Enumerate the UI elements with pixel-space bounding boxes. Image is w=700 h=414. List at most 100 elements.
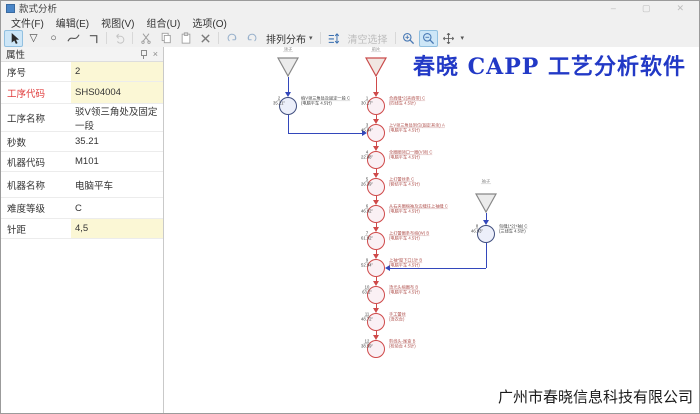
zoom-in-button[interactable] — [399, 30, 418, 47]
property-value[interactable]: 驳V领三角处及固定一段 — [71, 104, 163, 131]
property-value[interactable]: C — [71, 198, 163, 218]
toolbar-separator — [218, 32, 219, 44]
property-label: 序号 — [1, 62, 71, 81]
property-row[interactable]: 序号2 — [1, 62, 163, 82]
node-seq-time-label: 761.92" — [355, 231, 379, 241]
node-operation-label: 上袖*窗下口1针 B(电脑平车 4.5针) — [389, 258, 444, 268]
curve-line-tool-button[interactable] — [64, 30, 83, 47]
close-button[interactable]: ✕ — [676, 4, 684, 13]
property-row[interactable]: 机器代码M101 — [1, 152, 163, 172]
arrange-distribute-button[interactable]: 排列分布 ▾ — [262, 31, 317, 46]
property-value[interactable]: M101 — [71, 152, 163, 171]
elbow-connector-tool-button[interactable] — [84, 30, 103, 47]
menu-item[interactable]: 文件(F) — [5, 15, 50, 30]
triangle-shape-icon — [277, 57, 299, 77]
company-name: 广州市春晓信息科技有限公司 — [498, 386, 693, 407]
node-operation-label: 从右夹圈绱袖及边缝往上袖缝 C(电脑平车 4.5针) — [389, 204, 444, 214]
minimize-button[interactable]: – — [611, 4, 616, 13]
properties-panel-header: 属性 × — [1, 47, 163, 62]
source-label: 袖子 — [473, 179, 498, 184]
window-title: 款式分析 — [19, 1, 57, 15]
toolbar: ▽ ○ 排列分布 ▾ — [1, 29, 699, 48]
node-operation-label: 上V领三角处到位(固定其余) A(电脑平车 4.5针) — [389, 123, 444, 133]
arrange-distribute-label: 排列分布 — [266, 31, 306, 46]
node-operation-label: 绱V领三角处及固定一段 C(电脑平车 4.5针) — [301, 96, 356, 106]
toolbar-overflow-button[interactable]: ▾ — [461, 34, 465, 42]
menu-item[interactable]: 编辑(E) — [50, 15, 95, 30]
clear-selection-button[interactable]: 清空选择 — [344, 31, 392, 46]
node-seq-time-label: 952.94" — [355, 258, 379, 268]
copy-button[interactable] — [156, 30, 175, 47]
pointer-tool-button[interactable] — [4, 30, 23, 47]
node-seq-time-label: 646.92" — [355, 204, 379, 214]
properties-panel: 属性 × 序号2工序代码SHS04004工序名称驳V领三角处及固定一段秒数35.… — [1, 47, 164, 413]
property-row[interactable]: 机器名称电脑平车 — [1, 172, 163, 198]
circle-tool-button[interactable]: ○ — [44, 30, 63, 47]
flow-edge — [486, 213, 487, 220]
chevron-down-icon: ▾ — [309, 34, 313, 42]
property-row[interactable]: 工序代码SHS04004 — [1, 82, 163, 104]
properties-panel-title: 属性 — [6, 47, 25, 61]
flow-edge — [288, 77, 289, 92]
property-row[interactable]: 秒数35.21 — [1, 132, 163, 152]
cut-button[interactable] — [136, 30, 155, 47]
node-seq-time-label: 345.84" — [355, 123, 379, 133]
toolbar-separator — [106, 32, 107, 44]
paste-button[interactable] — [176, 30, 195, 47]
undo-button[interactable] — [110, 30, 129, 47]
node-seq-time-label: 130.17" — [355, 96, 379, 106]
node-operation-label: 手工蕾丝(烫衣台) — [389, 312, 444, 322]
triangle-shape-icon — [365, 57, 387, 77]
node-operation-label: 上打蕾圈条布绱(W) B(电脑平车 4.5针) — [389, 231, 444, 241]
clear-selection-label: 清空选择 — [348, 31, 388, 46]
property-value[interactable]: 电脑平车 — [71, 172, 163, 197]
maximize-button[interactable]: ▢ — [642, 4, 651, 13]
triangle-shape-icon — [475, 193, 497, 213]
node-operation-label: 上打蕾丝条 C(套结平车 4.5针) — [389, 177, 444, 187]
toolbar-separator — [320, 32, 321, 44]
property-value[interactable]: 35.21 — [71, 132, 163, 151]
node-seq-time-label: 422.88" — [355, 150, 379, 160]
rotate-right-icon — [246, 32, 258, 44]
diagram-canvas[interactable]: 春晓 CAPP 工艺分析软件 领子前片袖子235.21"绱V领三角处及固定一段 … — [164, 47, 699, 413]
menu-item[interactable]: 选项(O) — [186, 15, 232, 30]
property-label: 工序代码 — [1, 82, 71, 103]
property-row[interactable]: 难度等级C — [1, 198, 163, 219]
node-seq-time-label: 1148.72" — [355, 312, 379, 322]
node-seq-time-label: 846.93" — [465, 224, 489, 234]
zoom-out-button[interactable] — [419, 30, 438, 47]
title-bar: 款式分析 – ▢ ✕ — [1, 1, 699, 15]
toolbar-separator — [395, 32, 396, 44]
property-row[interactable]: 针距4,5 — [1, 219, 163, 239]
panel-close-icon[interactable]: × — [153, 49, 158, 59]
delete-button[interactable] — [196, 30, 215, 47]
rotate-right-button[interactable] — [242, 30, 261, 47]
zoom-in-icon — [402, 32, 415, 45]
rotate-left-icon — [226, 32, 238, 44]
pan-icon — [442, 32, 455, 45]
property-label: 工序名称 — [1, 104, 71, 131]
property-row[interactable]: 工序名称驳V领三角处及固定一段 — [1, 104, 163, 132]
triangle-tool-button[interactable]: ▽ — [24, 30, 43, 47]
rotate-left-button[interactable] — [222, 30, 241, 47]
node-seq-time-label: 526.39" — [355, 177, 379, 187]
node-seq-time-label: 1238.59" — [355, 339, 379, 349]
property-value[interactable]: 4,5 — [71, 219, 163, 238]
property-label: 机器名称 — [1, 172, 71, 197]
flow-edge — [486, 243, 487, 268]
source-label: 领子 — [275, 47, 300, 52]
property-value[interactable]: SHS04004 — [71, 82, 163, 103]
menu-item[interactable]: 视图(V) — [95, 15, 140, 30]
curve-line-icon — [67, 32, 80, 44]
auto-arrange-button[interactable] — [324, 30, 343, 47]
menu-item[interactable]: 组合(U) — [140, 15, 186, 30]
node-operation-label: 合肩缝*2(夹肩带) C(四线车 4.5针) — [389, 96, 444, 106]
zoom-out-icon — [422, 32, 435, 45]
property-value[interactable]: 2 — [71, 62, 163, 81]
flowchart-layer: 领子前片袖子235.21"绱V领三角处及固定一段 C(电脑平车 4.5针)130… — [164, 47, 699, 413]
copy-icon — [160, 32, 172, 44]
cut-icon — [140, 32, 152, 44]
pin-icon[interactable] — [140, 49, 147, 59]
flow-edge — [288, 133, 363, 134]
pan-tool-button[interactable] — [439, 30, 458, 47]
